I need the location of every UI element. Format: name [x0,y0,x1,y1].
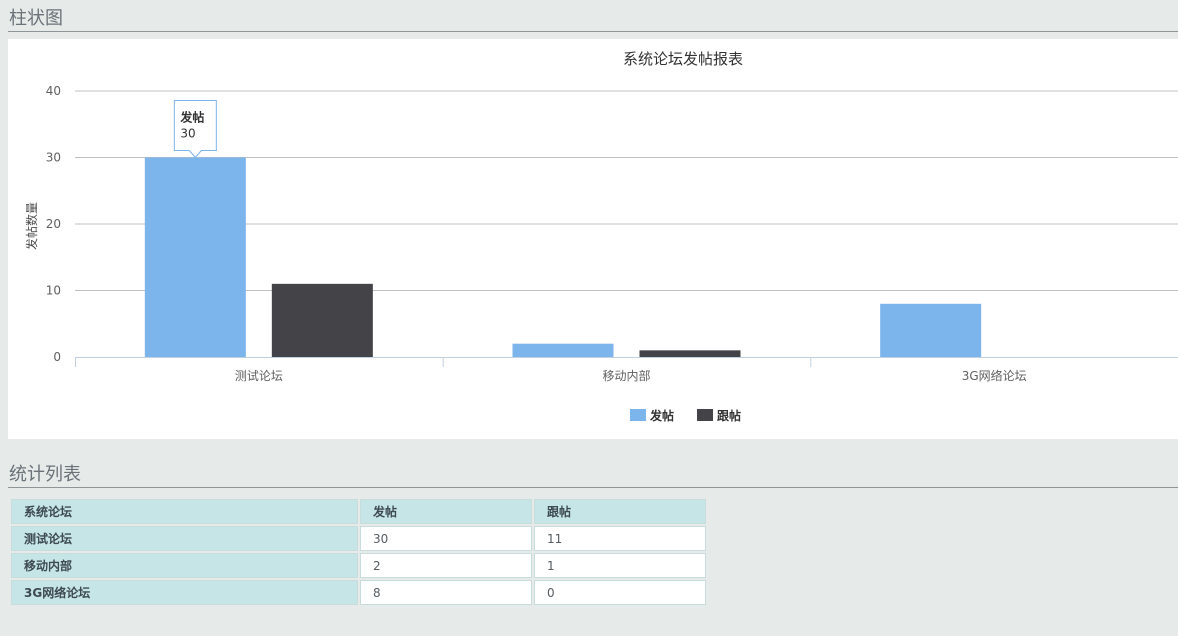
table-section-title: 统计列表 [9,464,81,485]
tooltip: 发帖 30 [173,100,217,159]
bars [144,157,982,358]
row-replies-value: 11 [534,526,706,551]
legend-swatch[interactable] [630,409,646,421]
row-posts-value: 30 [360,526,532,551]
x-tick-label: 测试论坛 [235,368,283,383]
table-section-divider [8,487,1178,488]
x-axis: 测试论坛 移动内部 3G网络论坛 [75,357,1178,383]
tooltip-value: 30 [180,127,195,141]
table-header-row: 系统论坛 发帖 跟帖 [11,499,706,524]
row-replies-value: 0 [534,580,706,605]
bar-posts[interactable] [512,343,614,357]
y-tick-label: 10 [46,284,61,298]
y-tick-label: 30 [46,151,61,165]
bar-chart-panel: 系统论坛发帖报表 发帖数量 0 10 20 30 40 测试论坛 移动内部 3G网络论坛 发… [8,39,1178,439]
bar-replies[interactable] [271,283,373,357]
header-replies: 跟帖 [534,499,706,524]
row-replies-value: 1 [534,553,706,578]
y-axis-label: 发帖数量 [24,202,39,250]
y-tick-label: 0 [53,350,61,364]
legend-item-label[interactable]: 跟帖 [717,408,741,423]
row-posts-value: 8 [360,580,532,605]
chart-section-divider [8,31,1178,32]
bar-chart: 系统论坛发帖报表 发帖数量 0 10 20 30 40 测试论坛 移动内部 3G网络论坛 发… [24,50,1178,423]
stats-table: 系统论坛 发帖 跟帖 测试论坛 30 11 移动内部 2 1 3G网络论坛 8 … [9,497,708,607]
legend-swatch[interactable] [697,409,714,421]
tooltip-series-name: 发帖 [179,110,204,125]
row-forum-name: 移动内部 [11,553,358,578]
chart-section-title: 柱状图 [9,8,63,29]
x-tick-label: 3G网络论坛 [962,368,1027,383]
legend-item-label[interactable]: 发帖 [649,408,674,423]
chart-title: 系统论坛发帖报表 [623,50,743,68]
bar-replies[interactable] [639,350,741,357]
table-row: 测试论坛 30 11 [11,526,706,551]
bar-posts[interactable] [144,157,246,358]
table-row: 移动内部 2 1 [11,553,706,578]
table-row: 3G网络论坛 8 0 [11,580,706,605]
x-tick-label: 移动内部 [602,368,650,383]
bar-posts[interactable] [880,303,982,357]
header-posts: 发帖 [360,499,532,524]
row-forum-name: 3G网络论坛 [11,580,358,605]
y-tick-label: 40 [46,84,61,98]
legend: 发帖 跟帖 [630,408,741,423]
y-tick-label: 20 [46,217,61,231]
row-forum-name: 测试论坛 [11,526,358,551]
row-posts-value: 2 [360,553,532,578]
header-forum: 系统论坛 [11,499,358,524]
